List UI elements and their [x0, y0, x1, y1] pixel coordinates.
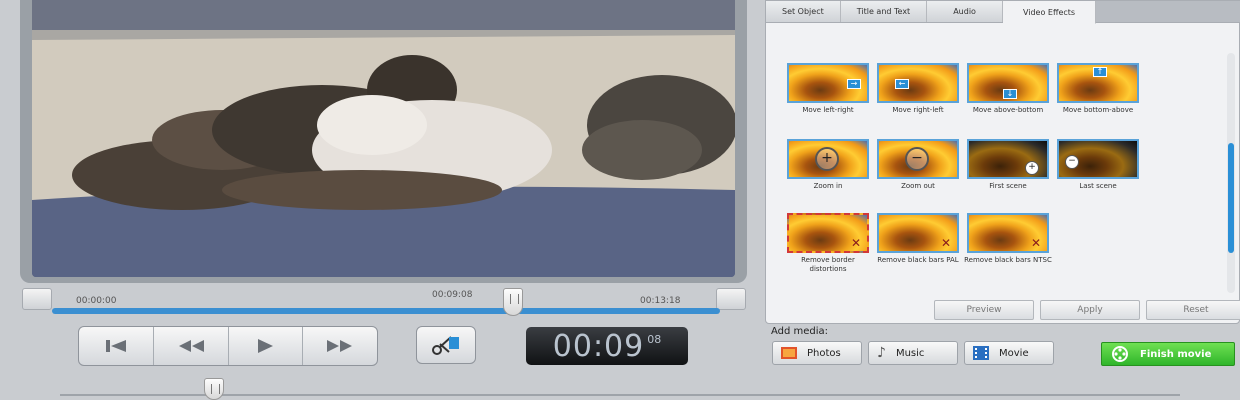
add-movie-label: Movie [999, 347, 1029, 359]
effect-move-above-bottom[interactable]: ↓ Move above-bottom [964, 63, 1052, 115]
effect-thumbnail: − [1057, 139, 1139, 179]
tab-title-and-text[interactable]: Title and Text [840, 1, 928, 22]
effects-scrollbar[interactable] [1227, 53, 1235, 293]
effect-thumbnail: + [787, 139, 869, 179]
effect-thumbnail: ↓ [967, 63, 1049, 103]
effect-thumbnail: → [787, 63, 869, 103]
panel-tabs: Set Object Title and Text Audio Video Ef… [766, 1, 1240, 24]
tab-video-effects[interactable]: Video Effects [1002, 1, 1097, 24]
film-icon [973, 346, 989, 360]
skip-to-start-button[interactable] [79, 327, 154, 365]
effect-thumbnail: + [967, 139, 1049, 179]
video-frame-image [32, 0, 735, 277]
tabs-filler [1096, 1, 1240, 22]
playhead-handle[interactable] [502, 288, 523, 316]
x-icon: ✕ [940, 236, 951, 250]
play-button[interactable] [229, 327, 304, 365]
skip-to-start-icon [105, 340, 126, 352]
effect-remove-black-bars-pal[interactable]: ✕ Remove black bars PAL [874, 213, 962, 265]
fast-forward-button[interactable] [303, 327, 377, 365]
effect-thumbnail: − [877, 139, 959, 179]
time-display-main: 00:09 [552, 328, 645, 364]
add-photos-button[interactable]: Photos [772, 341, 862, 365]
add-music-label: Music [895, 347, 925, 359]
fast-forward-icon [327, 340, 353, 352]
x-icon: ✕ [850, 236, 861, 250]
arrow-left-icon: ← [895, 79, 909, 89]
effect-first-scene[interactable]: + First scene [964, 139, 1052, 191]
tab-audio[interactable]: Audio [927, 1, 1003, 22]
bottom-scrubber-handle[interactable] [204, 378, 224, 400]
effect-label: Zoom out [901, 182, 935, 190]
effect-last-scene[interactable]: − Last scene [1054, 139, 1142, 191]
time-display-frames: 08 [647, 332, 662, 346]
effect-label: Move left-right [802, 106, 854, 114]
panel-buttons: Preview Apply Reset [934, 300, 1240, 320]
playback-controls [78, 326, 378, 366]
play-icon [258, 339, 274, 353]
effect-thumbnail: ✕ [967, 213, 1049, 253]
film-reel-icon [1112, 346, 1128, 362]
effects-panel: Set Object Title and Text Audio Video Ef… [765, 0, 1240, 324]
effect-label: Move right-left [892, 106, 944, 114]
x-icon: ✕ [1030, 236, 1041, 250]
finish-movie-button[interactable]: Finish movie [1101, 342, 1235, 366]
video-preview-frame [20, 0, 747, 283]
preview-button[interactable]: Preview [934, 300, 1034, 320]
music-note-icon: ♪ [877, 345, 886, 361]
effect-move-right-left[interactable]: ← Move right-left [874, 63, 962, 115]
reset-button[interactable]: Reset [1146, 300, 1240, 320]
effect-label: Remove border distortions [801, 256, 855, 273]
time-start-label: 00:00:00 [76, 296, 117, 306]
effect-remove-border-distortions[interactable]: ✕ Remove border distortions [784, 213, 872, 274]
time-display: 00:09 08 [526, 327, 688, 365]
add-movie-button[interactable]: Movie [964, 341, 1054, 365]
effect-label: Remove black bars NTSC [964, 256, 1052, 264]
effect-label: Move bottom-above [1062, 106, 1134, 114]
effect-thumbnail: ← [877, 63, 959, 103]
arrow-up-icon: ↑ [1093, 67, 1107, 77]
effect-label: First scene [989, 182, 1027, 190]
effect-thumbnail: ↑ [1057, 63, 1139, 103]
timeline-start-handle[interactable] [22, 288, 52, 310]
arrow-right-icon: → [847, 79, 861, 89]
time-end-label: 00:13:18 [640, 296, 681, 306]
effect-label: Remove black bars PAL [877, 256, 959, 264]
timeline-track[interactable] [52, 308, 720, 314]
rewind-icon [178, 340, 204, 352]
scissors-icon [432, 336, 459, 355]
effect-label: Last scene [1079, 182, 1117, 190]
photos-icon [781, 347, 797, 359]
effect-zoom-out[interactable]: − Zoom out [874, 139, 962, 191]
zoom-out-icon: − [905, 147, 929, 171]
tab-set-object[interactable]: Set Object [766, 1, 841, 22]
time-current-label: 00:09:08 [432, 290, 473, 300]
arrow-down-icon: ↓ [1003, 89, 1017, 99]
add-media-label: Add media: [771, 326, 829, 337]
timeline[interactable]: 00:00:00 00:09:08 00:13:18 [22, 284, 746, 324]
add-music-button[interactable]: ♪ Music [868, 341, 958, 365]
zoom-in-icon: + [815, 147, 839, 171]
add-photos-label: Photos [807, 347, 841, 359]
effect-zoom-in[interactable]: + Zoom in [784, 139, 872, 191]
finish-movie-label: Finish movie [1140, 348, 1212, 360]
zoom-out-icon: − [1065, 155, 1079, 169]
effect-thumbnail: ✕ [877, 213, 959, 253]
cut-button[interactable] [416, 326, 476, 364]
app-window: 00:00:00 00:09:08 00:13:18 00:09 08 Set … [0, 0, 1240, 400]
effect-move-bottom-above[interactable]: ↑ Move bottom-above [1054, 63, 1142, 115]
effect-remove-black-bars-ntsc[interactable]: ✕ Remove black bars NTSC [964, 213, 1052, 265]
zoom-in-icon: + [1025, 161, 1039, 175]
timeline-end-handle[interactable] [716, 288, 746, 310]
bottom-scrubber-track[interactable] [60, 394, 1180, 396]
video-preview[interactable] [32, 0, 735, 277]
apply-button[interactable]: Apply [1040, 300, 1140, 320]
effect-label: Zoom in [813, 182, 843, 190]
effect-move-left-right[interactable]: → Move left-right [784, 63, 872, 115]
rewind-button[interactable] [154, 327, 229, 365]
effect-thumbnail: ✕ [787, 213, 869, 253]
effect-label: Move above-bottom [972, 106, 1044, 114]
effects-scrollbar-thumb[interactable] [1228, 143, 1234, 253]
